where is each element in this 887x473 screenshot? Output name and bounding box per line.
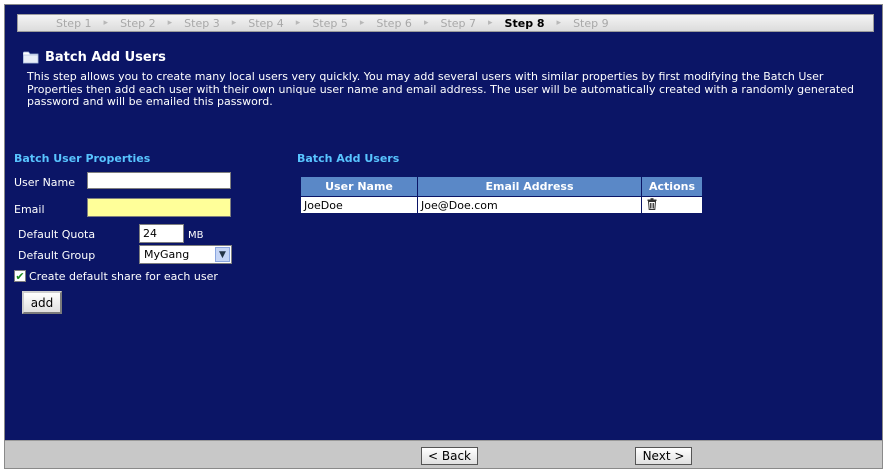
default-group-select[interactable]: MyGang ▼ <box>139 245 232 264</box>
arrow-right-icon: ▸ <box>295 18 301 28</box>
step-3: Step 3 ▸ <box>184 16 237 30</box>
batch-add-users-heading: Batch Add Users <box>297 152 400 165</box>
column-header-username: User Name <box>300 176 418 197</box>
step-1: Step 1 ▸ <box>56 16 109 30</box>
username-input[interactable] <box>87 172 231 189</box>
email-label: Email <box>14 203 45 216</box>
trash-icon[interactable] <box>646 197 658 210</box>
batch-users-table: User Name Email Address Actions JoeDoe J… <box>300 176 703 214</box>
footer-bar: < Back Next > <box>5 440 882 468</box>
quota-unit: MB <box>188 230 204 241</box>
back-button[interactable]: < Back <box>421 447 478 465</box>
arrow-right-icon: ▸ <box>359 18 365 28</box>
column-header-actions: Actions <box>641 176 703 197</box>
step-navigation: Step 1 ▸ Step 2 ▸ Step 3 ▸ Step 4 ▸ Step 5 ▸ … <box>17 14 874 32</box>
page-title: Batch Add Users <box>23 50 166 65</box>
row-actions <box>641 196 703 214</box>
step-9: Step 9 <box>573 16 609 30</box>
step-7: Step 7 ▸ <box>440 16 493 30</box>
default-quota-input[interactable] <box>139 224 184 243</box>
page-description: This step allows you to create many loca… <box>27 70 854 108</box>
page-title-text: Batch Add Users <box>45 50 166 65</box>
email-input[interactable] <box>87 198 231 217</box>
username-label: User Name <box>14 176 76 189</box>
step-6: Step 6 ▸ <box>376 16 429 30</box>
arrow-right-icon: ▸ <box>488 18 493 28</box>
step-4: Step 4 ▸ <box>248 16 301 30</box>
step-2: Step 2 ▸ <box>120 16 173 30</box>
row-username: JoeDoe <box>300 196 418 214</box>
step-8-current: Step 8 ▸ <box>504 16 562 30</box>
arrow-right-icon: ▸ <box>423 18 429 28</box>
arrow-right-icon: ▸ <box>556 18 562 28</box>
arrow-right-icon: ▸ <box>231 18 237 28</box>
arrow-right-icon: ▸ <box>167 18 173 28</box>
create-share-checkbox[interactable]: ✔ <box>14 270 26 282</box>
row-email: Joe@Doe.com <box>417 196 642 214</box>
default-quota-label: Default Quota <box>18 228 96 241</box>
table-row: JoeDoe Joe@Doe.com <box>300 196 703 214</box>
default-group-value: MyGang <box>144 248 190 261</box>
column-header-email: Email Address <box>417 176 642 197</box>
default-group-label: Default Group <box>18 249 96 262</box>
batch-user-properties-heading: Batch User Properties <box>14 152 151 165</box>
chevron-down-icon[interactable]: ▼ <box>215 247 230 262</box>
folder-icon <box>23 51 39 64</box>
add-button[interactable]: add <box>22 291 62 314</box>
arrow-right-icon: ▸ <box>103 18 109 28</box>
next-button[interactable]: Next > <box>635 447 692 465</box>
wizard-window: Step 1 ▸ Step 2 ▸ Step 3 ▸ Step 4 ▸ Step 5 ▸ … <box>4 4 883 469</box>
step-5: Step 5 ▸ <box>312 16 365 30</box>
create-share-label: Create default share for each user <box>29 270 218 283</box>
